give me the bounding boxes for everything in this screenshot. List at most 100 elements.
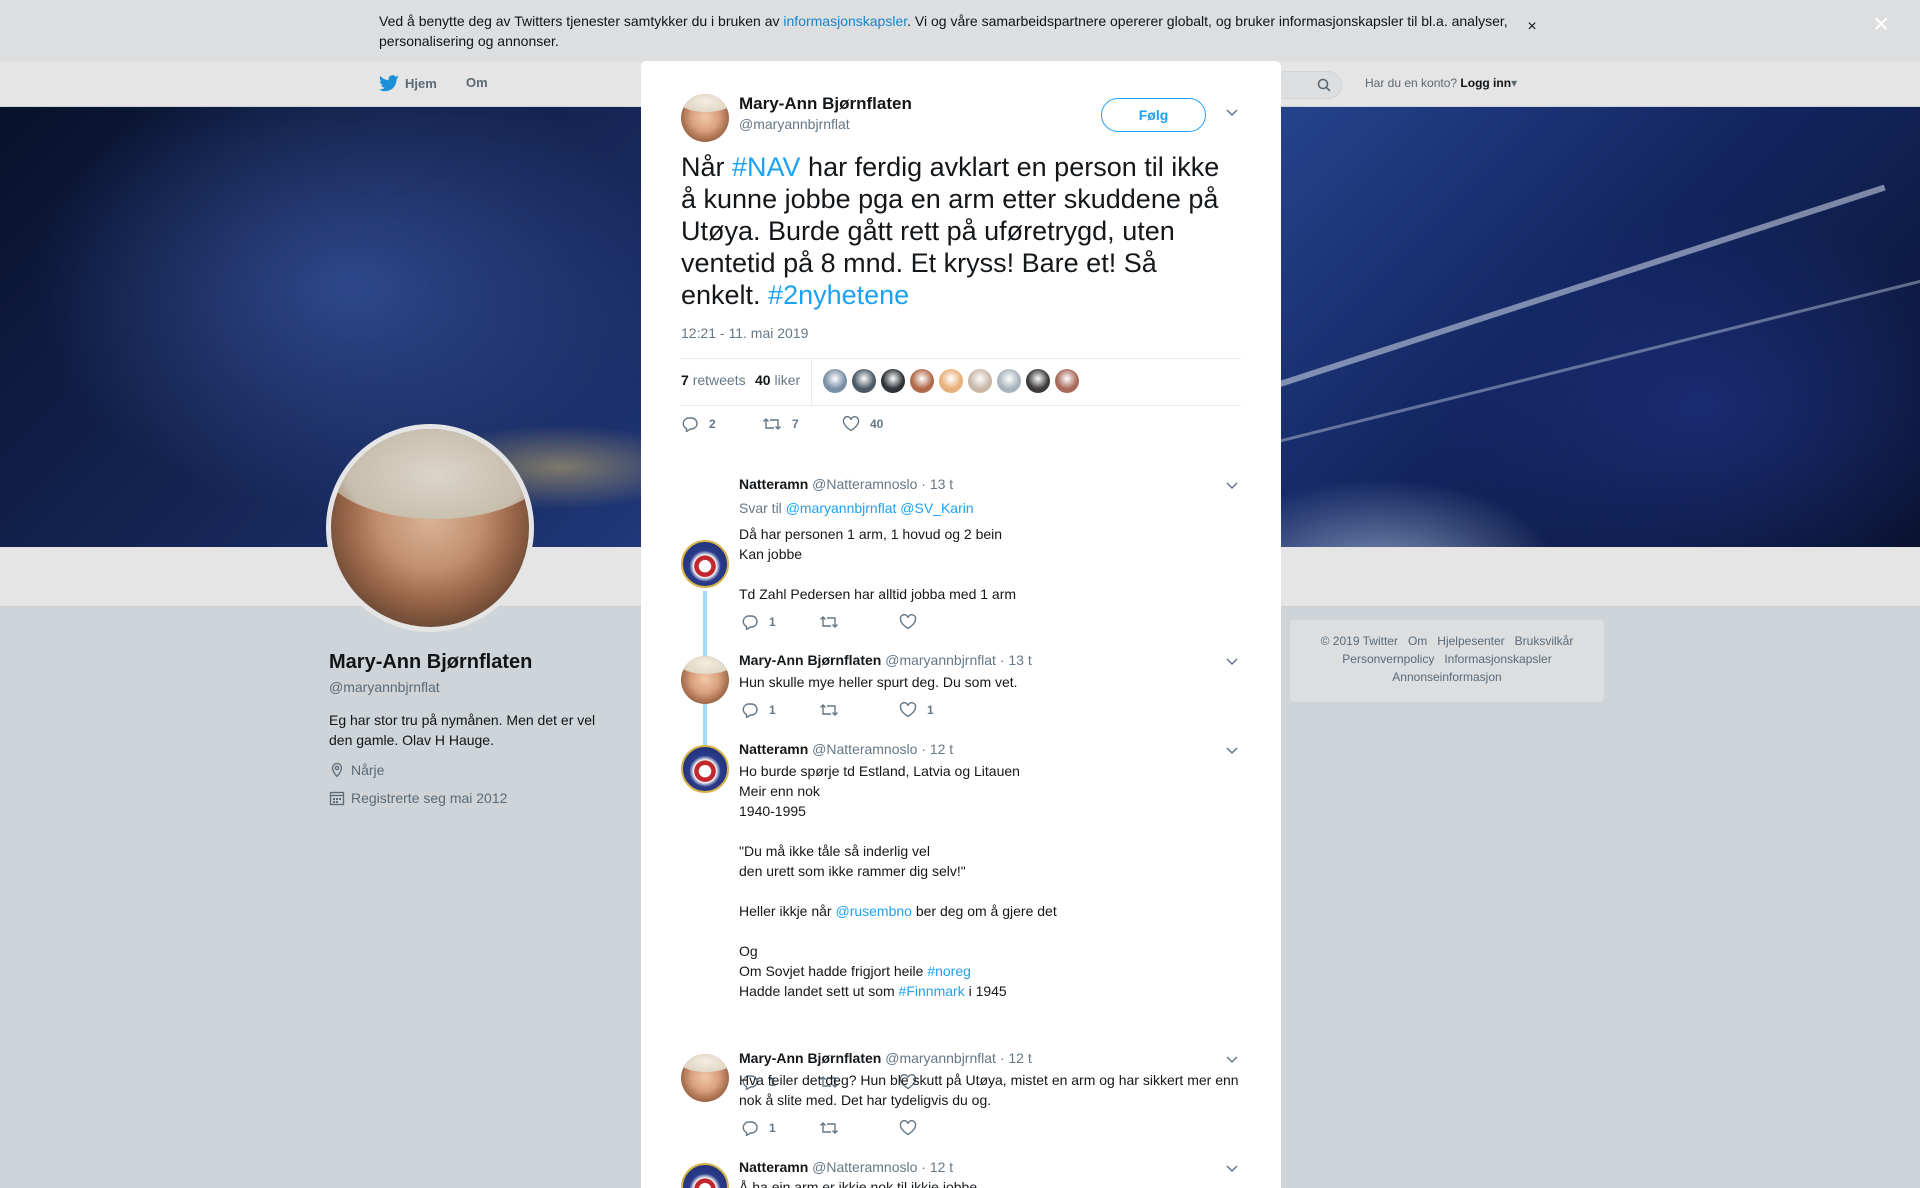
reply-text: Ho burde spørje td Estland, Latvia og Li… — [739, 761, 1239, 1001]
retweet-action[interactable]: 7 — [762, 416, 799, 432]
retweet-icon — [820, 704, 838, 716]
reply-author-name[interactable]: Natteramn — [739, 741, 808, 757]
mention-link[interactable]: @rusembno — [835, 903, 911, 919]
reply-count: 1 — [769, 615, 776, 629]
retweet-action[interactable] — [819, 1120, 839, 1136]
reply-text-part: Hadde landet sett ut som — [739, 983, 895, 999]
reply-to-prefix: Svar til — [739, 500, 786, 516]
reply-time[interactable]: · 12 t — [1000, 1050, 1032, 1066]
tweet-text-part: Når — [681, 152, 733, 182]
modal-close-button[interactable]: × — [1873, 10, 1889, 38]
tweet-author-name[interactable]: Mary-Ann Bjørnflaten — [739, 94, 912, 114]
like-action[interactable]: 40 — [842, 416, 883, 432]
reply-header: Natteramn @Natteramnoslo · 13 t — [739, 476, 953, 492]
heart-icon — [899, 614, 917, 630]
likes-stat[interactable]: 40 liker — [755, 372, 800, 388]
reply-avatar[interactable] — [681, 1163, 729, 1188]
chevron-down-icon[interactable] — [1225, 1163, 1239, 1173]
reply-time[interactable]: · 12 t — [921, 741, 953, 757]
retweets-stat[interactable]: 7 retweets — [681, 372, 746, 388]
reply-to: Svar til @maryannbjrnflat @SV_Karin — [739, 500, 974, 516]
heart-icon — [842, 416, 860, 432]
reply-author-name[interactable]: Mary-Ann Bjørnflaten — [739, 652, 881, 668]
reply-icon — [682, 417, 698, 432]
reply-author-handle[interactable]: @maryannbjrnflat — [885, 1050, 996, 1066]
like-action[interactable] — [899, 614, 927, 630]
reply-author-handle[interactable]: @maryannbjrnflat — [885, 652, 996, 668]
liker-avatar[interactable] — [823, 369, 847, 393]
reply-avatar[interactable] — [681, 656, 729, 704]
reply-action[interactable]: 1 — [741, 614, 776, 630]
stats-divider — [811, 359, 812, 405]
like-action[interactable] — [899, 1120, 927, 1136]
reply-actions: 1 — [739, 1120, 1039, 1140]
liker-avatar[interactable] — [1055, 369, 1079, 393]
chevron-down-icon[interactable] — [1225, 480, 1239, 490]
hashtag-link[interactable]: #Finnmark — [899, 983, 965, 999]
likes-count: 40 — [755, 372, 771, 388]
retweet-icon — [820, 1122, 838, 1134]
tweet-author-handle[interactable]: @maryannbjrnflat — [739, 116, 850, 132]
reply-text: Hun skulle mye heller spurt deg. Du som … — [739, 674, 1018, 690]
chevron-down-icon[interactable] — [1225, 107, 1239, 117]
retweets-label: retweets — [692, 372, 746, 388]
reply-author-handle[interactable]: @Natteramnoslo — [812, 741, 917, 757]
hashtag-link[interactable]: #noreg — [927, 963, 971, 979]
reply-text: Då har personen 1 arm, 1 hovud og 2 bein… — [739, 526, 1017, 602]
liker-avatar[interactable] — [1026, 369, 1050, 393]
reply-to-mentions[interactable]: @maryannbjrnflat @SV_Karin — [786, 500, 974, 516]
reply-time[interactable]: · 13 t — [1000, 652, 1032, 668]
reply-action[interactable]: 1 — [741, 702, 776, 718]
liker-avatars — [823, 369, 1079, 393]
retweet-count: 7 — [792, 417, 799, 431]
reply-count: 1 — [769, 1121, 776, 1135]
reply-time[interactable]: · 13 t — [921, 476, 953, 492]
reply-avatar[interactable] — [681, 1054, 729, 1102]
like-action[interactable]: 1 — [899, 702, 934, 718]
reply-text: Å ha ein arm er ikkje nok til ikkje jobb… — [739, 1179, 978, 1188]
reply-author-handle[interactable]: @Natteramnoslo — [812, 1159, 917, 1175]
heart-icon — [899, 1120, 917, 1136]
tweet-text: Når #NAV har ferdig avklart en person ti… — [681, 151, 1241, 311]
tweet-timestamp[interactable]: 12:21 - 11. mai 2019 — [681, 325, 808, 341]
retweet-action[interactable] — [819, 614, 839, 630]
reply-avatar[interactable] — [681, 540, 729, 588]
reply-time[interactable]: · 12 t — [921, 1159, 953, 1175]
reply-actions: 1 1 — [739, 702, 1039, 722]
liker-avatar[interactable] — [910, 369, 934, 393]
liker-avatar[interactable] — [881, 369, 905, 393]
reply-author-name[interactable]: Natteramn — [739, 476, 808, 492]
chevron-down-icon[interactable] — [1225, 745, 1239, 755]
reply-count: 2 — [709, 417, 716, 431]
like-count: 40 — [870, 417, 884, 431]
reply-text: Hva feiler det deg? Hun ble skutt på Utø… — [739, 1072, 1239, 1108]
reply-header: Natteramn @Natteramnoslo · 12 t — [739, 741, 953, 757]
like-count: 1 — [927, 703, 934, 717]
retweet-icon — [763, 418, 781, 430]
reply-action[interactable]: 2 — [681, 416, 716, 432]
tweet-modal: Mary-Ann Bjørnflaten @maryannbjrnflat Fø… — [641, 61, 1281, 1188]
tweet-author-avatar[interactable] — [681, 94, 729, 142]
reply-icon — [742, 1121, 758, 1136]
reply-action[interactable]: 1 — [741, 1120, 776, 1136]
reply-header: Mary-Ann Bjørnflaten @maryannbjrnflat · … — [739, 1050, 1032, 1066]
follow-button[interactable]: Følg — [1101, 98, 1206, 132]
reply-avatar[interactable] — [681, 745, 729, 793]
reply-text-part: i 1945 — [964, 983, 1007, 999]
reply-header: Mary-Ann Bjørnflaten @maryannbjrnflat · … — [739, 652, 1032, 668]
reply-author-name[interactable]: Mary-Ann Bjørnflaten — [739, 1050, 881, 1066]
retweets-count: 7 — [681, 372, 689, 388]
reply-header: Natteramn @Natteramnoslo · 12 t — [739, 1159, 953, 1175]
hashtag-link[interactable]: #NAV — [732, 152, 801, 182]
chevron-down-icon[interactable] — [1225, 656, 1239, 666]
likes-label: liker — [774, 372, 801, 388]
reply-author-handle[interactable]: @Natteramnoslo — [812, 476, 917, 492]
liker-avatar[interactable] — [939, 369, 963, 393]
liker-avatar[interactable] — [997, 369, 1021, 393]
liker-avatar[interactable] — [852, 369, 876, 393]
hashtag-link[interactable]: #2nyhetene — [768, 280, 909, 310]
chevron-down-icon[interactable] — [1225, 1054, 1239, 1064]
reply-author-name[interactable]: Natteramn — [739, 1159, 808, 1175]
liker-avatar[interactable] — [968, 369, 992, 393]
retweet-action[interactable] — [819, 702, 839, 718]
